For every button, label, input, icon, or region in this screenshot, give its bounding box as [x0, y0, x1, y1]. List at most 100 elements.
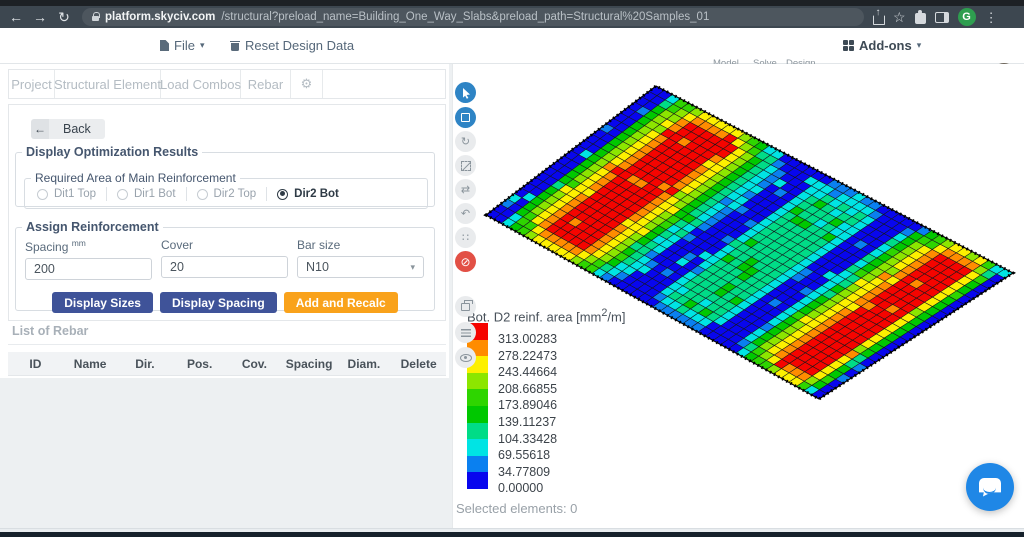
back-button[interactable]: ← Back	[31, 119, 105, 139]
swap-tool-button[interactable]: ⇄	[455, 179, 476, 200]
radio-dir2-top[interactable]: Dir2 Top	[197, 188, 257, 200]
radio-dit1-top[interactable]: Dit1 Top	[37, 188, 96, 200]
legend-title: Bot. D2 reinf. area [mm2/m]	[467, 307, 625, 324]
url-bar[interactable]: platform.skyciv.com/structural?preload_n…	[82, 8, 864, 26]
legend-list-button[interactable]	[455, 322, 476, 343]
col-id: ID	[8, 357, 63, 371]
lock-icon	[92, 16, 99, 21]
radio-icon	[277, 189, 288, 200]
reset-label: Reset Design Data	[245, 38, 354, 53]
screen: ← → ↻ platform.skyciv.com/structural?pre…	[0, 0, 1024, 537]
legend-value: 278.22473	[498, 349, 557, 363]
bookmark-star-icon[interactable]: ☆	[893, 10, 906, 24]
cover-input[interactable]	[161, 256, 288, 278]
reset-design-data-button[interactable]: Reset Design Data	[230, 38, 354, 53]
addons-menu[interactable]: Add-ons ▾	[843, 38, 921, 53]
col-spacing: Spacing	[282, 357, 337, 371]
selected-elements-status: Selected elements: 0	[456, 501, 577, 516]
chevron-down-icon: ▾	[917, 40, 922, 51]
rebar-design-card: ← Back Display Optimization Results Requ…	[8, 104, 446, 321]
display-spacing-button[interactable]: Display Spacing	[160, 292, 277, 313]
export-view-button[interactable]	[455, 296, 476, 317]
col-cov: Cov.	[227, 357, 282, 371]
side-panel-icon[interactable]	[935, 12, 949, 23]
assign-reinforcement-group: Assign Reinforcement Spacing mm Cover Ba…	[15, 220, 435, 311]
url-path: /structural?preload_name=Building_One_Wa…	[221, 11, 709, 23]
legend-value: 0.00000	[498, 481, 543, 495]
undo-tool-button[interactable]: ↶	[455, 203, 476, 224]
visibility-button[interactable]	[455, 347, 476, 368]
tab-project[interactable]: Project	[9, 70, 55, 98]
share-icon[interactable]: ↑	[872, 11, 884, 24]
tab-structural-element[interactable]: Structural Element	[55, 70, 161, 98]
col-dir: Dir.	[118, 357, 173, 371]
radio-icon	[197, 189, 208, 200]
legend-value: 104.33428	[498, 432, 557, 446]
rotate-tool-button[interactable]: ↻	[455, 131, 476, 152]
browser-menu-icon[interactable]: ⋮	[985, 11, 998, 24]
radio-dir2-bot[interactable]: Dir2 Bot	[277, 188, 339, 200]
rotate-icon: ↻	[461, 135, 470, 148]
legend-value: 208.66855	[498, 382, 557, 396]
col-name: Name	[63, 357, 118, 371]
browser-back-icon[interactable]: ←	[4, 10, 28, 24]
box-select-tool-button[interactable]	[455, 107, 476, 128]
required-area-group: Required Area of Main Reinforcement Dit1…	[24, 171, 428, 209]
divider	[266, 187, 267, 201]
eye-icon	[460, 354, 472, 362]
legend-value: 173.89046	[498, 398, 557, 412]
bar-size-label: Bar size	[297, 238, 424, 252]
assign-legend: Assign Reinforcement	[22, 220, 163, 234]
legend-value: 34.77809	[498, 465, 550, 479]
radio-dir1-bot[interactable]: Dir1 Bot	[117, 188, 176, 200]
extensions-icon[interactable]	[915, 13, 926, 24]
browser-forward-icon[interactable]: →	[28, 10, 52, 24]
col-diam: Diam.	[337, 357, 392, 371]
legend-value: 69.55618	[498, 448, 550, 462]
back-arrow-icon: ←	[31, 119, 49, 139]
spacing-label: Spacing mm	[25, 238, 152, 254]
cursor-icon	[461, 87, 471, 99]
panel-tab-bar: Project Structural Element Load Combos R…	[8, 69, 446, 99]
chevron-down-icon: ▾	[410, 262, 415, 273]
browser-profile-avatar[interactable]: G	[958, 8, 976, 26]
grid-dots-icon: ∷	[462, 231, 469, 244]
chat-icon	[979, 478, 1001, 497]
tab-load-combos[interactable]: Load Combos	[161, 70, 241, 98]
list-of-rebar-title: List of Rebar	[12, 324, 88, 338]
divider	[106, 187, 107, 201]
model-viewport[interactable]: ↻ ⇄ ↶ ∷ ⊘ Bot. D2 reinf. area [mm2/m] 31…	[452, 64, 1024, 528]
export-icon	[461, 303, 470, 311]
display-optimization-results-group: Display Optimization Results Required Ar…	[15, 145, 435, 207]
spacing-input[interactable]	[25, 258, 152, 280]
file-label: File	[174, 38, 195, 53]
addons-label: Add-ons	[859, 38, 912, 53]
trash-icon	[230, 40, 240, 52]
clear-results-button[interactable]: ⊘	[455, 251, 476, 272]
undo-icon: ↶	[461, 207, 470, 220]
col-delete: Delete	[391, 357, 446, 371]
tab-settings-gear-icon[interactable]: ⚙	[291, 70, 323, 98]
chat-bubble-button[interactable]	[966, 463, 1014, 511]
pointer-tool-button[interactable]	[455, 82, 476, 103]
legend-value: 313.00283	[498, 332, 557, 346]
bar-size-select[interactable]: N10 ▾	[297, 256, 424, 278]
rebar-table-header: ID Name Dir. Pos. Cov. Spacing Diam. Del…	[8, 352, 446, 376]
section-cut-tool-button[interactable]	[455, 155, 476, 176]
file-menu[interactable]: File ▾	[160, 38, 204, 53]
browser-reload-icon[interactable]: ↻	[52, 10, 76, 24]
grid-points-tool-button[interactable]: ∷	[455, 227, 476, 248]
file-icon	[160, 40, 169, 51]
box-select-icon	[461, 113, 470, 122]
display-sizes-button[interactable]: Display Sizes	[52, 292, 153, 313]
optimization-legend: Display Optimization Results	[22, 145, 202, 159]
list-icon	[461, 329, 471, 337]
chevron-down-icon: ▾	[200, 40, 205, 51]
divider	[8, 344, 446, 345]
back-label: Back	[49, 119, 105, 139]
swap-arrows-icon: ⇄	[461, 183, 470, 196]
tab-rebar[interactable]: Rebar	[241, 70, 291, 98]
add-and-recalc-button[interactable]: Add and Recalc	[284, 292, 398, 313]
browser-toolbar: ← → ↻ platform.skyciv.com/structural?pre…	[0, 6, 1024, 28]
legend-value: 139.11237	[498, 415, 556, 429]
